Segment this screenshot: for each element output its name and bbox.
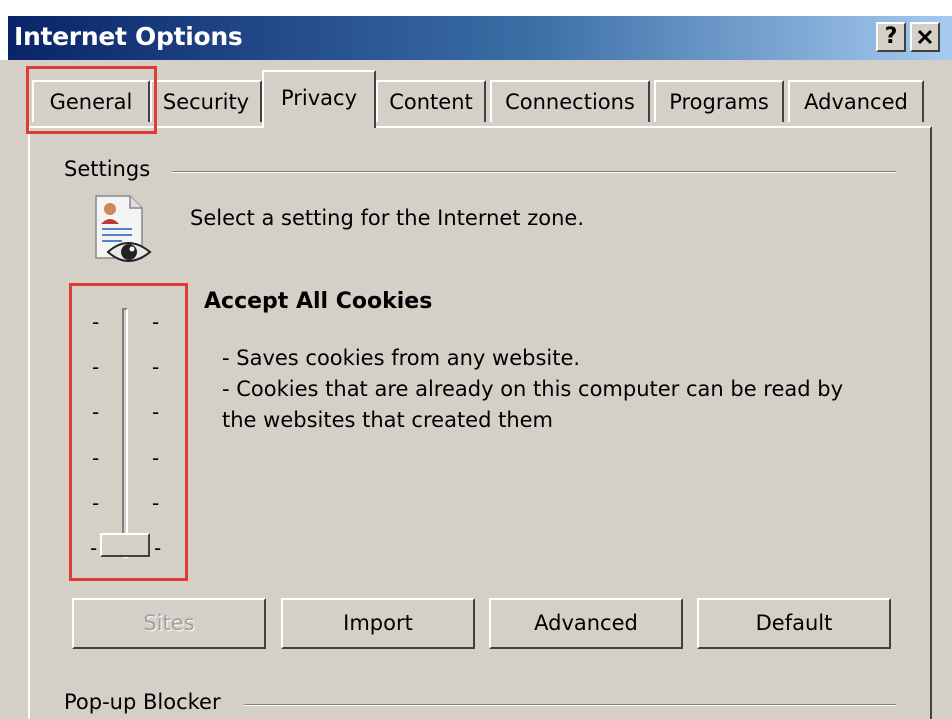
tab-privacy[interactable]: Privacy	[262, 70, 376, 128]
window-title: Internet Options	[14, 22, 243, 51]
sites-button[interactable]: Sites	[72, 598, 266, 649]
popup-blocker-group-divider	[244, 704, 896, 706]
advanced-button[interactable]: Advanced	[489, 598, 683, 649]
privacy-document-eye-icon	[95, 195, 152, 262]
internet-options-window: Internet Options ? General Security Priv…	[0, 0, 952, 719]
privacy-level-line-3: the websites that created them	[222, 408, 554, 432]
settings-group-label: Settings	[64, 157, 161, 181]
tab-programs[interactable]: Programs	[654, 80, 784, 122]
tab-content[interactable]: Content	[376, 80, 486, 122]
close-button[interactable]	[910, 22, 940, 52]
privacy-level-line-2: - Cookies that are already on this compu…	[222, 377, 844, 401]
default-button[interactable]: Default	[697, 598, 891, 649]
title-bar: Internet Options ?	[0, 0, 952, 60]
close-icon	[917, 29, 933, 45]
zone-description: Select a setting for the Internet zone.	[190, 206, 585, 230]
highlight-privacy-slider	[69, 283, 188, 581]
highlight-general-tab	[26, 66, 157, 134]
tab-connections[interactable]: Connections	[490, 80, 650, 122]
tab-security[interactable]: Security	[150, 80, 262, 122]
privacy-level-title: Accept All Cookies	[204, 289, 433, 314]
tab-advanced[interactable]: Advanced	[788, 80, 924, 122]
help-button[interactable]: ?	[876, 22, 906, 52]
import-button[interactable]: Import	[281, 598, 475, 649]
popup-blocker-group-label: Pop-up Blocker	[64, 690, 231, 714]
privacy-level-line-1: - Saves cookies from any website.	[222, 346, 581, 370]
settings-group-divider	[172, 171, 896, 173]
